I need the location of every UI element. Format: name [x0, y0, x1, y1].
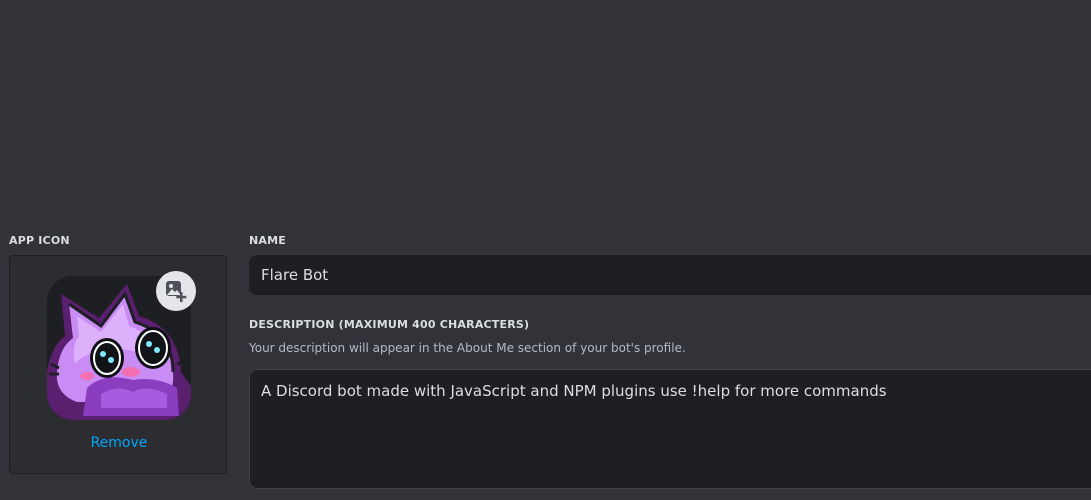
app-icon-label: APP ICON: [9, 234, 70, 247]
name-label: NAME: [249, 234, 286, 247]
app-icon-box: Remove: [9, 255, 227, 474]
name-input[interactable]: Flare Bot: [249, 255, 1091, 295]
description-textarea[interactable]: A Discord bot made with JavaScript and N…: [249, 369, 1091, 489]
app-settings-page: APP ICON Remove NAME Flare Bot DESCRIPTI…: [0, 0, 1091, 500]
image-add-icon: [166, 281, 187, 302]
remove-icon-link[interactable]: Remove: [10, 435, 228, 451]
description-help-text: Your description will appear in the Abou…: [249, 341, 686, 355]
description-label: DESCRIPTION (MAXIMUM 400 CHARACTERS): [249, 318, 530, 331]
upload-image-button[interactable]: [156, 271, 196, 311]
